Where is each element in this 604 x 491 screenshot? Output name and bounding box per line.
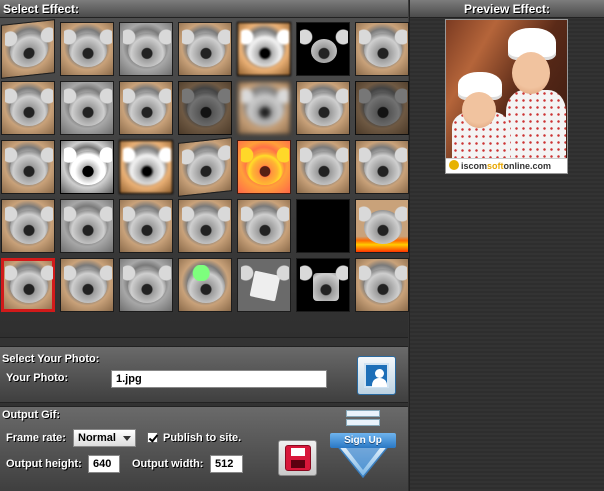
effect-thumbnail-13[interactable]: [296, 81, 350, 135]
effect-thumbnail-24[interactable]: [119, 199, 173, 253]
effect-thumbnail-29[interactable]: [1, 258, 55, 312]
signup-tab-mid: [346, 419, 380, 426]
upload-photo-button[interactable]: [357, 356, 396, 395]
effect-thumbnail-3[interactable]: [119, 22, 173, 76]
watermark-suffix: online.com: [503, 161, 552, 171]
effect-thumbnail-6[interactable]: [296, 22, 350, 76]
effect-thumbnail-34[interactable]: [296, 258, 350, 312]
effect-thumbnail-2[interactable]: [60, 22, 114, 76]
effect-thumbnail-23[interactable]: [60, 199, 114, 253]
output-width-label: Output width:: [132, 458, 204, 470]
upload-user-icon: [364, 363, 389, 388]
publish-label: Publish to site.: [163, 432, 242, 444]
signup-label: Sign Up: [330, 433, 396, 448]
effect-thumbnail-7[interactable]: [355, 22, 409, 76]
your-photo-input[interactable]: 1.jpg: [111, 370, 327, 388]
watermark-mid: soft: [487, 161, 504, 171]
photo-section-title: Select Your Photo:: [2, 353, 100, 365]
effect-thumbnail-27[interactable]: [296, 199, 350, 253]
effect-thumbnail-28[interactable]: [355, 199, 409, 253]
output-section-title: Output Gif:: [2, 409, 61, 421]
left-panel: Select Effect: Select Your Photo: Your P…: [0, 0, 409, 491]
preview-coat-right: [506, 90, 566, 162]
frame-rate-label: Frame rate:: [6, 432, 66, 444]
preview-face-right: [512, 52, 550, 94]
effect-thumbnail-16[interactable]: [60, 140, 114, 194]
effect-thumbnail-17[interactable]: [119, 140, 173, 194]
effect-thumbnail-11[interactable]: [178, 81, 232, 135]
effect-thumbnail-25[interactable]: [178, 199, 232, 253]
chevron-down-icon: [123, 436, 131, 441]
effect-thumbnail-18[interactable]: [178, 137, 232, 197]
frame-rate-value: Normal: [78, 432, 116, 444]
preview-image: iscomsoftonline.com: [445, 19, 568, 174]
signup-button[interactable]: Sign Up: [322, 408, 404, 480]
effect-thumbnail-32[interactable]: [178, 258, 232, 312]
effects-grid: [1, 19, 409, 312]
effect-thumbnail-22[interactable]: [1, 199, 55, 253]
your-photo-label: Your Photo:: [6, 372, 69, 384]
effect-thumbnail-31[interactable]: [119, 258, 173, 312]
effects-section: Select Effect:: [0, 0, 409, 338]
preview-watermark: iscomsoftonline.com: [446, 158, 567, 173]
effect-thumbnail-14[interactable]: [355, 81, 409, 135]
preview-photo: [446, 20, 567, 162]
effect-thumbnail-21[interactable]: [355, 140, 409, 194]
effects-title: Select Effect:: [0, 0, 408, 18]
publish-checkbox[interactable]: [147, 432, 158, 443]
output-height-label: Output height:: [6, 458, 82, 470]
watermark-prefix: iscom: [461, 161, 488, 171]
effect-thumbnail-20[interactable]: [296, 140, 350, 194]
effect-thumbnail-5[interactable]: [237, 22, 291, 76]
effect-thumbnail-33[interactable]: [237, 258, 291, 312]
effect-thumbnail-8[interactable]: [1, 81, 55, 135]
preview-face-left: [462, 92, 496, 128]
user-body-shape: [372, 378, 387, 387]
output-height-input[interactable]: 640: [88, 455, 120, 473]
frame-rate-select[interactable]: Normal: [73, 429, 136, 447]
effect-thumbnail-15[interactable]: [1, 140, 55, 194]
save-gif-button[interactable]: [278, 440, 317, 476]
effect-thumbnail-19[interactable]: [237, 140, 291, 194]
effect-thumbnail-26[interactable]: [237, 199, 291, 253]
effect-thumbnail-4[interactable]: [178, 22, 232, 76]
save-disk-icon: [285, 445, 311, 471]
effect-thumbnail-35[interactable]: [355, 258, 409, 312]
effect-thumbnail-30[interactable]: [60, 258, 114, 312]
effect-thumbnail-9[interactable]: [60, 81, 114, 135]
watermark-logo-icon: [449, 160, 459, 170]
effect-thumbnail-1[interactable]: [1, 19, 55, 79]
effect-thumbnail-10[interactable]: [119, 81, 173, 135]
user-head-shape: [375, 369, 384, 378]
photo-section: Select Your Photo: Your Photo: 1.jpg: [0, 346, 408, 403]
preview-title: Preview Effect:: [410, 0, 604, 18]
signup-tab-top: [346, 410, 380, 417]
effect-thumbnail-12[interactable]: [237, 81, 291, 135]
output-width-input[interactable]: 512: [210, 455, 243, 473]
